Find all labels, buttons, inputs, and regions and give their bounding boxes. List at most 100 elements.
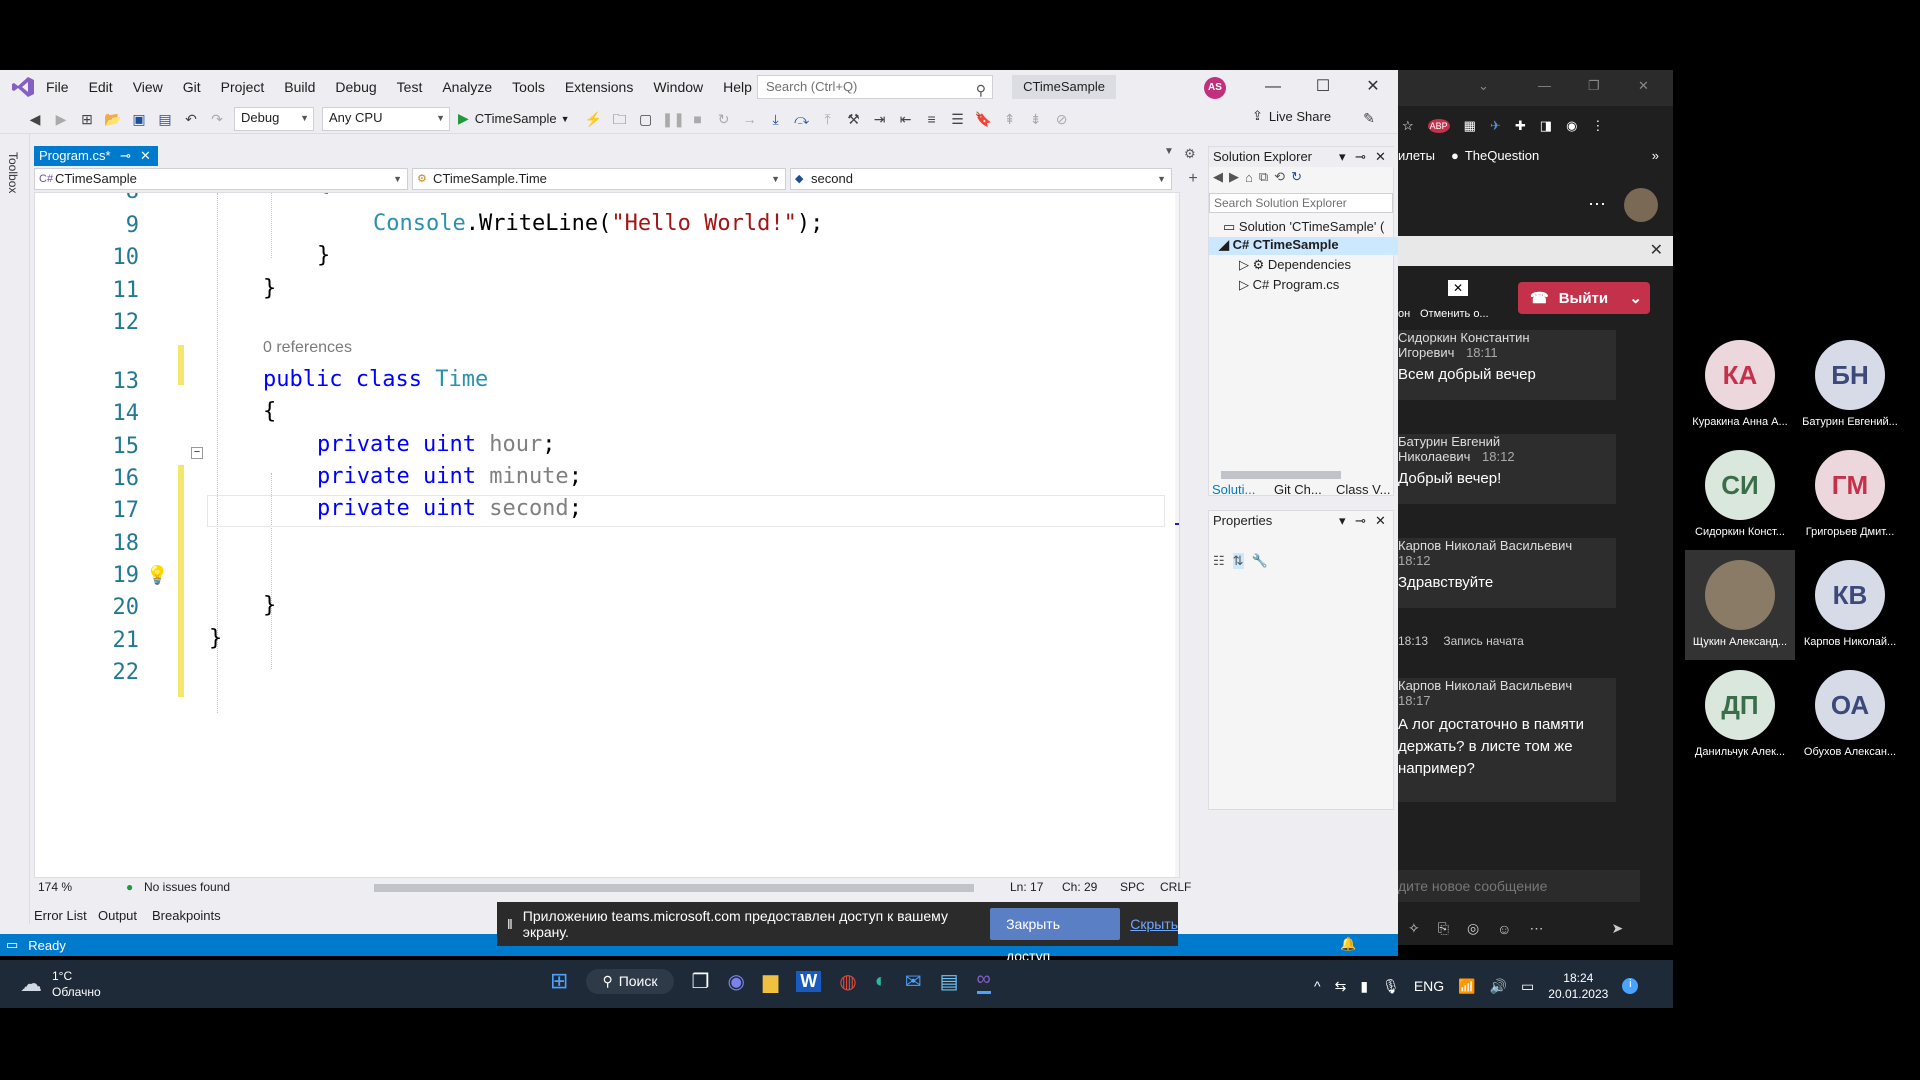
menu-git[interactable]: Git xyxy=(173,70,211,104)
tab-git-changes[interactable]: Git Ch... xyxy=(1274,482,1322,497)
bulb-icon[interactable]: ✧ xyxy=(1408,920,1420,937)
participant-tile[interactable]: ДП Данильчук Алек... xyxy=(1685,670,1795,758)
solution-search-input[interactable]: Search Solution Explorer xyxy=(1209,193,1393,213)
new-project-icon[interactable]: ⊞ xyxy=(77,109,97,129)
chart-tray-icon[interactable]: ▮ xyxy=(1360,978,1368,995)
adblock-icon[interactable]: ABP xyxy=(1427,119,1450,133)
menu-help[interactable]: Help xyxy=(713,70,762,104)
scrollbar-thumb[interactable] xyxy=(1179,331,1180,631)
whitespace-indicator[interactable]: SPC xyxy=(1120,880,1145,894)
codelens-references[interactable]: 0 references xyxy=(263,339,352,357)
next-bookmark-icon[interactable]: ⇟ xyxy=(1026,109,1046,129)
windows-start-icon[interactable]: ⊞ xyxy=(550,968,568,994)
home-icon[interactable]: ⌂ xyxy=(1245,170,1253,185)
split-editor-icon[interactable]: + xyxy=(1182,168,1204,190)
pause-icon[interactable]: ❚❚ xyxy=(662,109,685,129)
task-view-icon[interactable]: ❐ xyxy=(692,969,710,994)
browse-icon[interactable]: 🗀 xyxy=(610,109,630,129)
network-tray-icon[interactable]: ⇆ xyxy=(1335,978,1347,995)
attach-icon[interactable]: ⎘ xyxy=(1438,920,1449,937)
chevron-down-icon[interactable]: ⌄ xyxy=(1478,78,1489,94)
mail-icon[interactable]: ✉ xyxy=(905,969,922,994)
save-icon[interactable]: ▣ xyxy=(129,109,149,129)
feedback-icon[interactable]: ✎ xyxy=(1359,108,1379,128)
clear-bookmark-icon[interactable]: ⊘ xyxy=(1052,109,1072,129)
wifi-icon[interactable]: 📶 xyxy=(1458,978,1475,995)
pin-icon[interactable]: ⊸ xyxy=(1355,513,1366,529)
bookmark[interactable]: TheQuestion xyxy=(1465,148,1539,163)
visual-studio-icon[interactable]: ∞ xyxy=(976,968,991,994)
menu-extensions[interactable]: Extensions xyxy=(555,70,643,104)
type-dropdown[interactable]: ⚙ CTimeSample.Time ▼ xyxy=(412,168,786,190)
tree-program-cs[interactable]: ▷ C# Program.cs xyxy=(1239,277,1339,293)
participant-tile[interactable]: ГМ Григорьев Дмит... xyxy=(1795,450,1905,538)
prev-bookmark-icon[interactable]: ⇞ xyxy=(1000,109,1020,129)
open-folder-icon[interactable]: 📂 xyxy=(103,109,123,129)
back-icon[interactable]: ◀ xyxy=(25,109,45,129)
tab-close-icon[interactable]: ✕ xyxy=(140,146,151,166)
leave-call-button[interactable]: ☎ Выйти ⌄ xyxy=(1518,282,1650,314)
line-ending-indicator[interactable]: CRLF xyxy=(1160,880,1191,894)
forward-icon[interactable]: ▶ xyxy=(1229,169,1239,185)
bookmark-icon[interactable]: 🔖 xyxy=(974,109,994,129)
uncomment-icon[interactable]: ☰ xyxy=(948,109,968,129)
menu-view[interactable]: View xyxy=(123,70,173,104)
hot-reload-icon[interactable]: ⚡ xyxy=(584,109,604,129)
weather-widget[interactable]: ☁ 1°C Облачно xyxy=(20,968,101,1000)
refresh-icon[interactable]: ↻ xyxy=(1291,169,1302,185)
lightbulb-icon[interactable]: 💡 xyxy=(146,565,168,587)
issues-status[interactable]: No issues found xyxy=(144,880,230,894)
project-dropdown[interactable]: C# CTimeSample ▼ xyxy=(34,168,408,190)
tree-dependencies[interactable]: ▷ ⚙ Dependencies xyxy=(1239,257,1351,273)
comment-icon[interactable]: ≡ xyxy=(922,109,942,129)
loop-icon[interactable]: ◎ xyxy=(1467,920,1479,937)
redo-icon[interactable]: ↷ xyxy=(207,109,227,129)
tab-class-view[interactable]: Class V... xyxy=(1336,482,1390,497)
stop-icon[interactable]: ■ xyxy=(688,109,708,129)
maximize-icon[interactable]: ❐ xyxy=(1588,78,1600,94)
close-panel-icon[interactable]: ✕ xyxy=(1375,147,1386,167)
pin-icon[interactable]: ⊸ xyxy=(120,146,131,166)
history-icon[interactable]: ⟲ xyxy=(1274,169,1285,185)
tab-program-cs[interactable]: Program.cs* ⊸ ✕ xyxy=(34,146,158,166)
more-icon[interactable]: ⋯ xyxy=(1588,194,1606,215)
maximize-icon[interactable]: ☐ xyxy=(1298,70,1348,104)
config-dropdown[interactable]: Debug ▼ xyxy=(234,106,314,131)
categorized-icon[interactable]: ☷ xyxy=(1213,553,1225,569)
step-out-icon[interactable]: ⤒ xyxy=(818,109,838,129)
compose-input[interactable]: дите новое сообщение xyxy=(1398,870,1640,902)
switch-views-icon[interactable]: ⧉ xyxy=(1259,169,1268,185)
dropdown-icon[interactable]: ▾ xyxy=(1339,513,1346,529)
vertical-scrollbar[interactable] xyxy=(1175,193,1180,877)
back-icon[interactable]: ◀ xyxy=(1213,169,1223,185)
undo-icon[interactable]: ↶ xyxy=(181,109,201,129)
platform-dropdown[interactable]: Any CPU ▼ xyxy=(322,106,450,131)
menu-tools[interactable]: Tools xyxy=(502,70,555,104)
live-share-button[interactable]: ⇪ Live Share xyxy=(1252,108,1331,124)
menu-file[interactable]: File xyxy=(36,70,79,104)
profile-icon[interactable]: ◉ xyxy=(1566,118,1577,134)
emoji-icon[interactable]: ☺ xyxy=(1497,921,1511,937)
zoom-level[interactable]: 174 % xyxy=(38,880,72,894)
tab-error-list[interactable]: Error List xyxy=(34,908,87,923)
menu-analyze[interactable]: Analyze xyxy=(432,70,502,104)
close-panel-icon[interactable]: ✕ xyxy=(1375,513,1386,529)
participant-tile[interactable]: КВ Карпов Николай... xyxy=(1795,560,1905,648)
menu-window[interactable]: Window xyxy=(643,70,713,104)
speaker-icon[interactable]: 🔊 xyxy=(1490,978,1507,995)
participant-tile[interactable]: Щукин Александ... xyxy=(1685,550,1795,660)
settings-gear-icon[interactable]: ⚙ xyxy=(1184,146,1196,162)
sidebar-icon[interactable]: ◨ xyxy=(1540,118,1552,134)
close-icon[interactable]: ✕ xyxy=(1650,240,1663,260)
bookmark[interactable]: илеты xyxy=(1398,148,1435,163)
stop-sharing-button[interactable]: Закрыть доступ xyxy=(990,908,1121,964)
participant-tile[interactable]: ОА Обухов Алексан... xyxy=(1795,670,1905,758)
chevron-down-icon[interactable]: ⌄ xyxy=(1629,289,1642,307)
notification-icon[interactable]: i xyxy=(1622,978,1639,994)
clock[interactable]: 18:24 20.01.2023 xyxy=(1548,970,1608,1002)
cancel-label[interactable]: Отменить о... xyxy=(1420,308,1489,320)
extension-icon[interactable]: ✈ xyxy=(1490,118,1501,134)
menu-test[interactable]: Test xyxy=(387,70,433,104)
tools-icon[interactable]: ⚒ xyxy=(844,109,864,129)
horizontal-scrollbar[interactable] xyxy=(374,884,974,892)
